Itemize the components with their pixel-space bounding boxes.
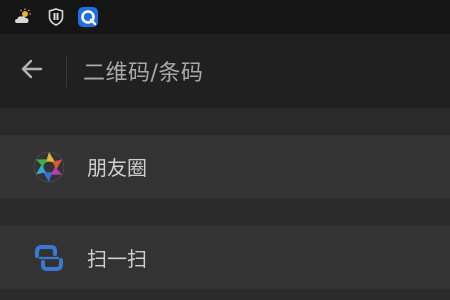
arrow-left-icon: [20, 57, 44, 85]
scan-icon: [33, 242, 65, 274]
page-title: 二维码/条码: [83, 61, 204, 86]
shield-icon: [46, 7, 66, 27]
section-gap-top: [0, 108, 450, 135]
list-item-scan[interactable]: 扫一扫: [0, 226, 450, 289]
title-divider: [66, 55, 67, 87]
list-item-label: 扫一扫: [87, 247, 147, 271]
list-item-label: 朋友圈: [87, 156, 147, 180]
section-gap-middle: [0, 198, 450, 226]
list-item-moments[interactable]: 朋友圈: [0, 135, 450, 198]
weather-cloud-sun-icon: [14, 7, 34, 27]
back-button[interactable]: [0, 34, 64, 108]
app-bar: 二维码/条码: [0, 34, 450, 108]
section-gap-bottom: [0, 289, 450, 300]
browser-app-icon: [78, 7, 98, 27]
status-bar: [0, 0, 450, 34]
moments-aperture-icon: [33, 151, 65, 183]
